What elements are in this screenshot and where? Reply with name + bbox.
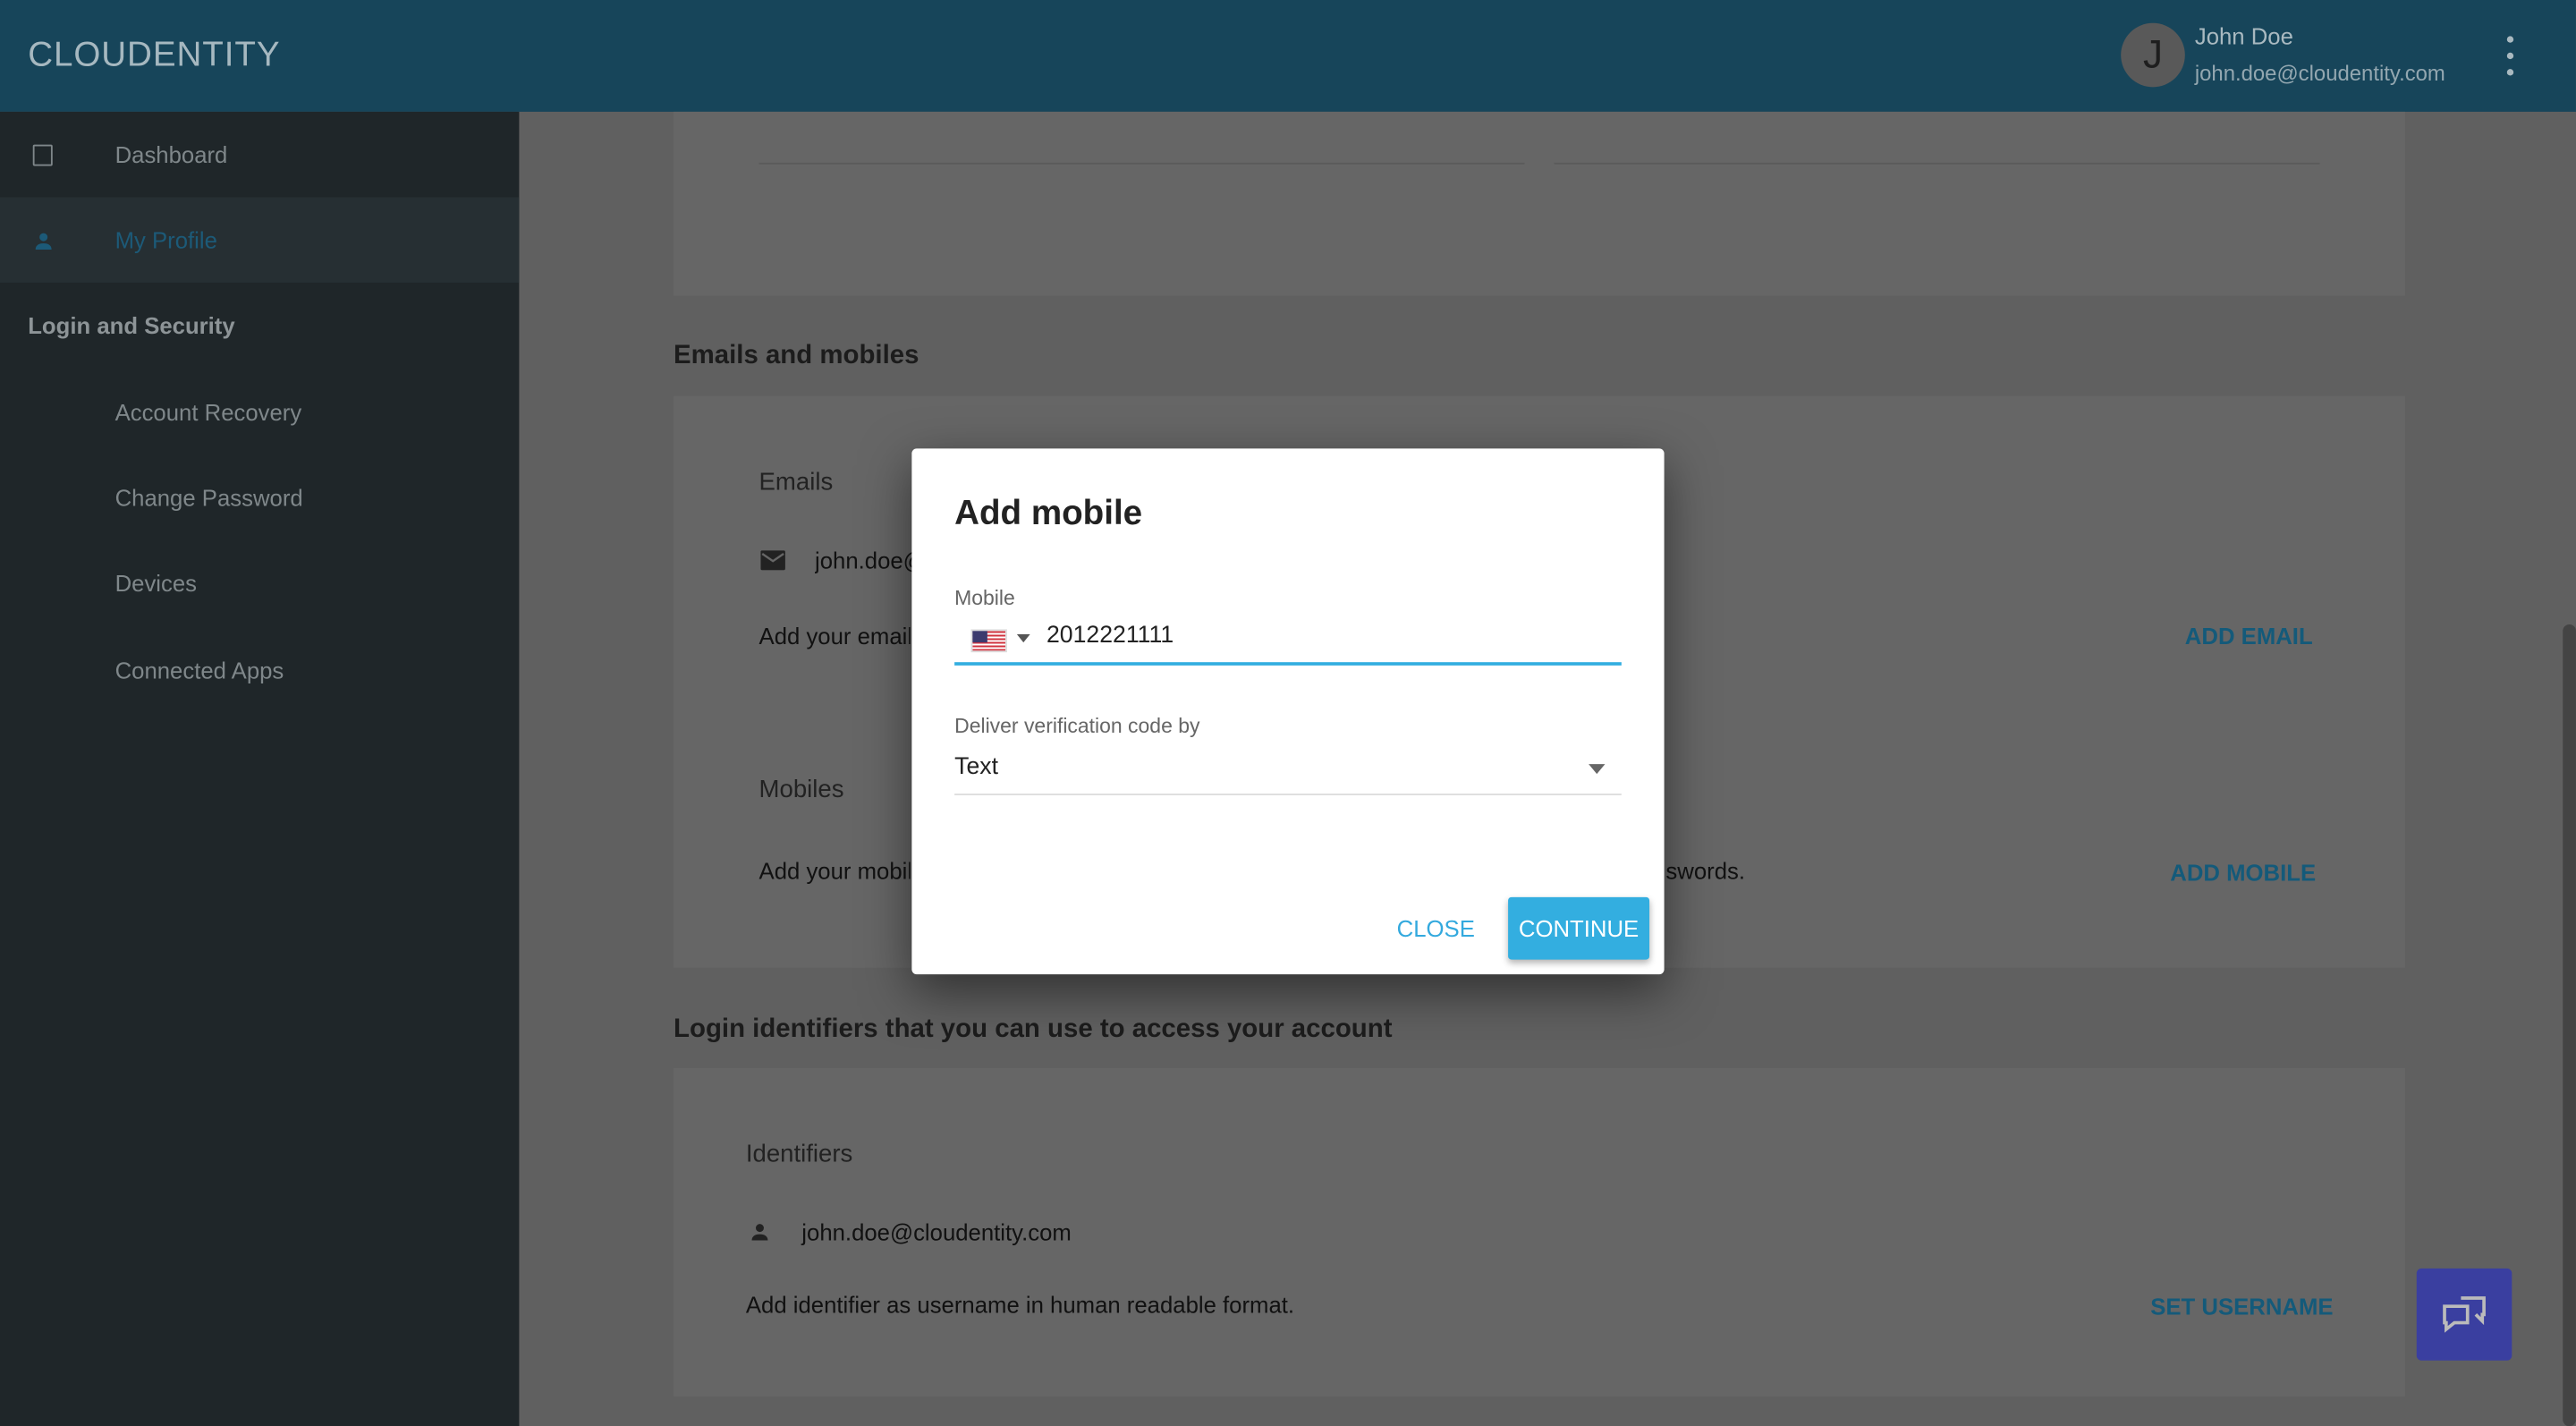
emails-heading: Emails xyxy=(758,468,834,497)
add-email-button[interactable]: ADD EMAIL xyxy=(2185,623,2313,649)
modal-backdrop[interactable]: CLOUDENTITY J John Doe john.doe@cloudent… xyxy=(0,0,2576,1426)
mobile-input-underline xyxy=(954,662,1622,666)
deliver-label: Deliver verification code by xyxy=(954,714,1200,738)
chat-icon xyxy=(2443,1296,2486,1333)
sidebar-section-heading: Login and Security xyxy=(28,311,235,339)
mobile-label: Mobile xyxy=(954,586,1015,610)
mobiles-heading: Mobiles xyxy=(758,775,844,804)
country-dropdown-caret-icon[interactable] xyxy=(1016,633,1030,643)
continue-button[interactable]: CONTINUE xyxy=(1508,896,1650,960)
sidebar-item-connected-apps[interactable]: Connected Apps xyxy=(0,628,519,714)
close-button[interactable]: CLOSE xyxy=(1382,897,1490,960)
mobile-input[interactable] xyxy=(1046,623,1606,649)
email-hint: Add your email xyxy=(758,623,911,649)
chevron-down-icon xyxy=(1589,764,1606,775)
app-header: CLOUDENTITY J John Doe john.doe@cloudent… xyxy=(0,0,2576,112)
deliver-select-value: Text xyxy=(954,754,998,781)
tablet-icon xyxy=(32,143,53,166)
mobile-hint: Add your mobile xyxy=(758,857,911,885)
add-mobile-dialog: Add mobile Mobile Deliver verification c… xyxy=(911,448,1665,975)
sidebar-item-devices[interactable]: Devices xyxy=(0,540,519,626)
sidebar-item-label: Account Recovery xyxy=(114,399,302,426)
field-underline xyxy=(758,162,1525,165)
avatar[interactable]: J xyxy=(2121,22,2185,88)
sidebar-item-label: Dashboard xyxy=(114,140,228,168)
section-title: Emails and mobiles xyxy=(674,342,919,370)
person-icon xyxy=(35,232,52,250)
deliver-select[interactable]: Text xyxy=(954,748,1622,794)
sidebar-item-label: My Profile xyxy=(114,226,217,253)
deliver-select-underline xyxy=(954,794,1622,795)
chat-button[interactable] xyxy=(2416,1268,2512,1361)
user-name: John Doe xyxy=(2194,22,2293,50)
sidebar-item-dashboard[interactable]: Dashboard xyxy=(0,112,519,198)
email-value: john.doe@cloudentity.com xyxy=(815,547,917,574)
more-menu-icon[interactable] xyxy=(2497,36,2523,76)
scrollbar[interactable] xyxy=(2563,624,2576,1426)
profile-card xyxy=(674,111,2405,296)
sidebar-item-label: Change Password xyxy=(114,484,303,512)
sidebar-item-change-password[interactable]: Change Password xyxy=(0,455,519,541)
sidebar-item-label: Devices xyxy=(114,570,198,597)
sidebar-item-account-recovery[interactable]: Account Recovery xyxy=(0,369,519,455)
sidebar-item-my-profile[interactable]: My Profile xyxy=(0,197,520,283)
set-username-button[interactable]: SET USERNAME xyxy=(2150,1293,2333,1319)
identifier-value: john.doe@cloudentity.com xyxy=(801,1218,1072,1246)
logo: CLOUDENTITY xyxy=(28,36,281,74)
person-icon xyxy=(751,1224,768,1241)
field-underline xyxy=(1554,162,2320,165)
sidebar-item-label: Connected Apps xyxy=(114,657,284,684)
add-mobile-button[interactable]: ADD MOBILE xyxy=(2170,860,2316,886)
identifiers-card: Identifiers john.doe@cloudentity.com Add… xyxy=(674,1067,2405,1397)
mail-icon xyxy=(760,550,785,571)
mobile-hint-tail: swords. xyxy=(1665,857,1746,885)
sidebar: Dashboard My Profile Login and Security … xyxy=(0,111,520,1426)
identifiers-heading: Identifiers xyxy=(745,1140,853,1168)
dialog-title: Add mobile xyxy=(954,494,1143,533)
identifier-hint: Add identifier as username in human read… xyxy=(745,1291,1295,1319)
user-email: john.doe@cloudentity.com xyxy=(2194,60,2445,86)
section-title: Login identifiers that you can use to ac… xyxy=(674,1015,1393,1044)
us-flag-icon[interactable] xyxy=(970,629,1007,653)
